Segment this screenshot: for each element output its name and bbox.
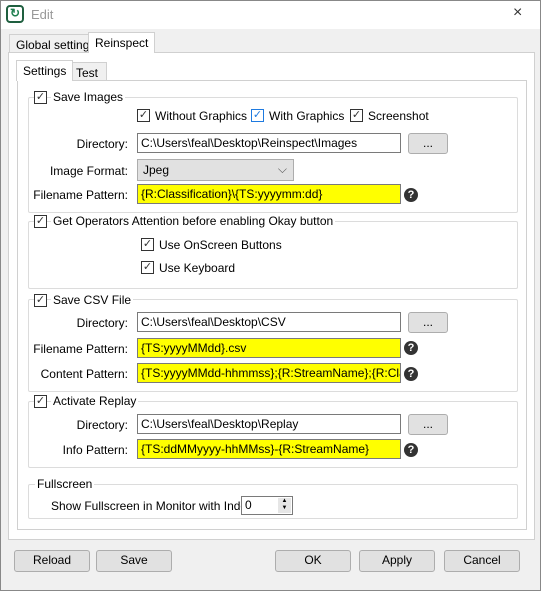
without-graphics-checkbox[interactable]: ✓	[137, 109, 150, 122]
with-graphics-checkbox[interactable]: ✓	[251, 109, 264, 122]
monitor-index-value: 0	[245, 498, 252, 512]
attention-checkbox[interactable]: ✓	[34, 215, 47, 228]
replay-directory-input[interactable]: C:\Users\feal\Desktop\Replay	[137, 414, 401, 434]
monitor-index-spinner[interactable]: 0 ▲ ▼	[241, 496, 293, 515]
images-directory-input[interactable]: C:\Users\feal\Desktop\Reinspect\Images	[137, 133, 401, 153]
screenshot-label: Screenshot	[366, 109, 431, 123]
onscreen-buttons-label: Use OnScreen Buttons	[157, 238, 284, 252]
info-pattern-input[interactable]: {TS:ddMMyyyy-hhMMss}-{R:StreamName}	[137, 439, 401, 459]
image-format-select[interactable]: Jpeg ⌵	[137, 159, 294, 181]
help-icon[interactable]: ?	[404, 443, 418, 457]
close-icon[interactable]: ×	[513, 4, 522, 22]
help-icon[interactable]: ?	[404, 188, 418, 202]
csv-content-pattern-input[interactable]: {TS:yyyyMMdd-hhmmss};{R:StreamName};{R:C…	[137, 363, 401, 383]
apply-button[interactable]: Apply	[359, 550, 435, 572]
help-icon[interactable]: ?	[404, 367, 418, 381]
images-filename-pattern-input[interactable]: {R:Classification}\{TS:yyyymm:dd}	[137, 184, 401, 204]
window-title: Edit	[31, 7, 54, 22]
csv-browse-button[interactable]: ...	[408, 312, 448, 333]
info-pattern-label: Info Pattern:	[62, 443, 128, 457]
attention-group	[28, 221, 518, 289]
spinner-arrows-icon[interactable]: ▲ ▼	[278, 498, 291, 513]
csv-directory-input[interactable]: C:\Users\feal\Desktop\CSV	[137, 312, 401, 332]
help-icon[interactable]: ?	[404, 341, 418, 355]
screenshot-checkbox[interactable]: ✓	[350, 109, 363, 122]
save-csv-checkbox[interactable]: ✓	[34, 294, 47, 307]
app-icon: ↻	[6, 5, 24, 23]
replay-directory-label: Directory:	[76, 418, 128, 432]
activate-replay-label: Activate Replay	[51, 394, 139, 408]
save-button[interactable]: Save	[96, 550, 172, 572]
tab-reinspect[interactable]: Reinspect	[88, 32, 156, 53]
keyboard-label: Use Keyboard	[157, 261, 238, 275]
image-format-label: Image Format:	[49, 164, 128, 178]
directory-label: Directory:	[76, 137, 128, 151]
save-images-checkbox[interactable]: ✓	[34, 91, 47, 104]
image-format-value: Jpeg	[143, 163, 170, 177]
csv-filename-pattern-label: Filename Pattern:	[33, 342, 128, 356]
attention-label: Get Operators Attention before enabling …	[51, 214, 336, 228]
csv-content-pattern-label: Content Pattern:	[40, 367, 128, 381]
cancel-button[interactable]: Cancel	[444, 550, 520, 572]
with-graphics-label: With Graphics	[267, 109, 347, 123]
chevron-down-icon: ⌵	[277, 162, 287, 176]
without-graphics-label: Without Graphics	[153, 109, 250, 123]
onscreen-buttons-checkbox[interactable]: ✓	[141, 238, 154, 251]
save-csv-label: Save CSV File	[51, 293, 134, 307]
save-images-label: Save Images	[51, 90, 126, 104]
ok-button[interactable]: OK	[275, 550, 351, 572]
fullscreen-label: Fullscreen	[35, 477, 95, 491]
replay-browse-button[interactable]: ...	[408, 414, 448, 435]
monitor-index-label: Show Fullscreen in Monitor with Index:	[51, 499, 257, 513]
images-browse-button[interactable]: ...	[408, 133, 448, 154]
activate-replay-checkbox[interactable]: ✓	[34, 395, 47, 408]
filename-pattern-label: Filename Pattern:	[33, 188, 128, 202]
subtab-settings[interactable]: Settings	[16, 60, 74, 81]
title-bar	[1, 1, 540, 29]
csv-filename-pattern-input[interactable]: {TS:yyyyMMdd}.csv	[137, 338, 401, 358]
csv-directory-label: Directory:	[76, 316, 128, 330]
reload-button[interactable]: Reload	[14, 550, 90, 572]
subtab-test[interactable]: Test	[69, 62, 107, 81]
keyboard-checkbox[interactable]: ✓	[141, 261, 154, 274]
